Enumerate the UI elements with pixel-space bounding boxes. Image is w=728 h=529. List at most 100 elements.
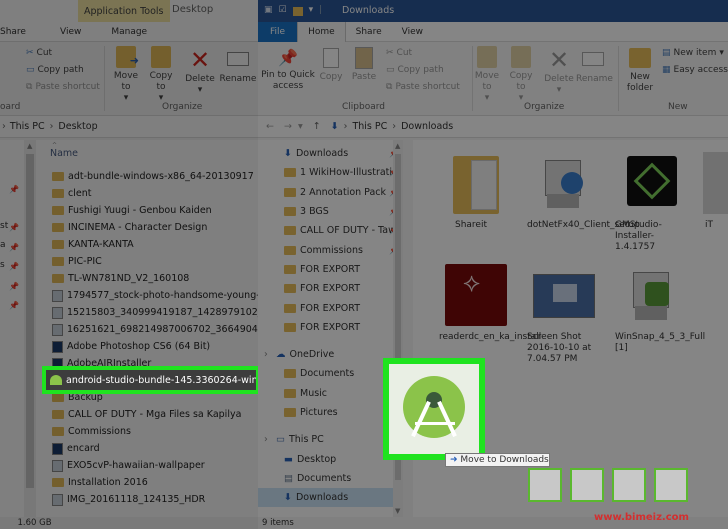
history-dropdown-icon[interactable]: ▾ xyxy=(298,121,303,132)
nav-item[interactable]: 2 Annotation Pack📌 xyxy=(258,183,403,202)
column-header-name[interactable]: Name xyxy=(50,148,78,159)
list-item[interactable]: clent xyxy=(0,185,258,202)
nav-item[interactable]: ▬ Desktop xyxy=(258,449,403,468)
nav-item[interactable]: › ▭ This PC xyxy=(258,430,403,449)
breadcrumb-this-pc[interactable]: This PC xyxy=(352,121,387,132)
selected-file-highlight[interactable]: android-studio-bundle-145.3360264-windo.… xyxy=(42,366,260,394)
nav-item[interactable]: 3 BGS📌 xyxy=(258,202,403,221)
list-item[interactable]: Adobe Photoshop CS6 (64 Bit) xyxy=(0,338,258,355)
scroll-up-icon[interactable]: ▲ xyxy=(27,142,32,150)
list-item[interactable]: TL-WN781ND_V2_160108 xyxy=(0,270,258,287)
easy-access-button[interactable]: ▦Easy access▾ xyxy=(662,65,728,75)
nav-item[interactable]: FOR EXPORT xyxy=(258,318,403,337)
list-item[interactable]: adt-bundle-windows-x86_64-20130917 xyxy=(0,168,258,185)
breadcrumb-this-pc[interactable]: This PC xyxy=(10,121,45,132)
installer-icon xyxy=(621,264,683,326)
list-item[interactable]: 15215803_340999419187_1428979102_o xyxy=(0,304,258,321)
delete-button[interactable]: ✕ Delete ▾ xyxy=(182,46,218,96)
list-item[interactable]: PIC-PIC xyxy=(0,253,258,270)
nav-item[interactable]: 1 WikiHow-Illustratio📌 xyxy=(258,163,403,182)
expand-chevron-icon[interactable]: › xyxy=(264,349,268,360)
breadcrumb-downloads[interactable]: Downloads xyxy=(401,121,453,132)
nav-scrollbar[interactable]: ▲ ▼ xyxy=(393,140,403,517)
rename-button[interactable]: Rename xyxy=(218,46,258,85)
cut-button[interactable]: ✂ Cut xyxy=(26,48,52,58)
dropdown-arrow-icon[interactable]: ▾ xyxy=(309,5,314,16)
tile-partial[interactable]: iT xyxy=(703,152,728,231)
paste-button[interactable]: Paste xyxy=(348,46,380,83)
rename-button[interactable]: Rename xyxy=(576,46,613,85)
tile-dotnetfx[interactable]: dotNetFx40_Client_setup xyxy=(525,152,640,231)
list-item[interactable]: IMG_20161118_124135_HDR xyxy=(0,491,258,508)
scroll-up-icon[interactable]: ▲ xyxy=(395,142,400,150)
left-status-bar: 1.60 GB xyxy=(0,517,258,529)
breadcrumb-desktop[interactable]: Desktop xyxy=(58,121,97,132)
back-arrow-icon[interactable]: ← xyxy=(266,121,274,132)
selected-file-row[interactable]: android-studio-bundle-145.3360264-windo.… xyxy=(46,370,256,390)
checkmark-icon[interactable]: ☑ xyxy=(279,5,287,16)
new-item-button[interactable]: ▤ New item ▾ xyxy=(662,48,724,58)
tile-winsnap[interactable]: WinSnap_4_5_3_Full [1] xyxy=(613,264,705,354)
list-item[interactable]: Commissions xyxy=(0,423,258,440)
forward-arrow-icon[interactable]: → xyxy=(284,121,292,132)
nav-item[interactable]: Music xyxy=(258,384,403,403)
copy-path-button[interactable]: ▭ Copy path xyxy=(386,65,444,75)
list-item[interactable]: CALL OF DUTY - Mga Files sa Kapilya xyxy=(0,406,258,423)
move-to-button[interactable]: ➜ Move to ▾ xyxy=(108,46,144,104)
tab-share[interactable]: Share xyxy=(0,22,36,42)
list-item[interactable]: encard xyxy=(0,440,258,457)
up-arrow-icon[interactable]: ↑ xyxy=(313,121,321,132)
save-icon[interactable]: ▣ xyxy=(264,5,273,16)
tile-gmstudio[interactable]: GMStudio-Installer-1.4.1757 xyxy=(613,152,691,253)
nav-item[interactable]: FOR EXPORT xyxy=(258,260,403,279)
pin-to-quick-access-button[interactable]: 📌 Pin to Quick access xyxy=(260,46,316,92)
nav-item[interactable]: ⬇Downloads📌 xyxy=(258,144,403,163)
delete-button[interactable]: ✕ Delete ▾ xyxy=(542,46,576,96)
nav-item[interactable]: Documents xyxy=(258,364,403,383)
list-item[interactable]: Installation 2016 xyxy=(0,474,258,491)
drag-ghost-highlight[interactable] xyxy=(383,358,485,460)
copy-to-button[interactable]: Copy to ▾ xyxy=(144,46,178,104)
nav-item[interactable]: FOR EXPORT xyxy=(258,298,403,317)
nav-item[interactable]: FOR EXPORT xyxy=(258,279,403,298)
tab-view[interactable]: View xyxy=(392,22,433,42)
paste-shortcut-button[interactable]: ⧉ Paste shortcut xyxy=(386,82,460,92)
tab-view[interactable]: View xyxy=(36,22,91,42)
list-item[interactable]: EXO5cvP-hawaiian-wallpaper xyxy=(0,457,258,474)
scroll-down-icon[interactable]: ▼ xyxy=(395,507,400,515)
nav-item[interactable]: CALL OF DUTY - Tawa📌 xyxy=(258,221,403,240)
tab-file[interactable]: File xyxy=(258,21,298,42)
move-to-button[interactable]: Move to ▾ xyxy=(472,46,502,104)
nav-item[interactable]: ▤ Documents xyxy=(258,469,403,488)
tab-share[interactable]: Share xyxy=(346,22,392,42)
nav-item[interactable]: › ☁ OneDrive xyxy=(258,345,403,364)
expand-chevron-icon[interactable]: › xyxy=(264,434,268,445)
list-item[interactable]: Fushigi Yuugi - Genbou Kaiden xyxy=(0,202,258,219)
left-address-bar[interactable]: › This PC › Desktop xyxy=(0,116,258,138)
list-item[interactable]: 16251621_698214987006702_3664904675216..… xyxy=(0,321,258,338)
new-folder-button[interactable]: New folder xyxy=(622,46,658,94)
tab-manage[interactable]: Manage xyxy=(91,22,157,42)
right-address-bar[interactable]: ← → ▾ ↑ ⬇ › This PC › Downloads xyxy=(258,116,728,138)
context-tab-application-tools[interactable]: Application Tools xyxy=(78,0,170,22)
copy-path-button[interactable]: ▭ Copy path xyxy=(26,65,84,75)
copy-to-button[interactable]: Copy to ▾ xyxy=(506,46,536,104)
nav-item[interactable]: ⬇ Downloads xyxy=(258,488,403,508)
list-item[interactable]: KANTA-KANTA xyxy=(0,236,258,253)
downloads-icon: ⬇ xyxy=(284,492,292,504)
nav-item[interactable]: Pictures xyxy=(258,403,403,422)
folder-icon[interactable] xyxy=(292,7,303,16)
tile-readerdc[interactable]: ⟡ readerdc_en_ka_install xyxy=(437,264,541,343)
list-item[interactable]: 1794577_stock-photo-handsome-young-asi..… xyxy=(0,287,258,304)
tile-screenshot[interactable]: Screen Shot 2016-10-10 at 7.04.57 PM xyxy=(525,264,603,365)
cut-button[interactable]: ✂ Cut xyxy=(386,48,412,58)
tile-shareit[interactable]: Shareit xyxy=(437,152,515,231)
nav-item[interactable]: Commissions📌 xyxy=(258,240,403,259)
dropdown-arrow-icon: ▾ xyxy=(719,48,724,58)
copy-button[interactable]: Copy xyxy=(316,46,346,83)
tab-home[interactable]: Home xyxy=(297,21,346,42)
paste-shortcut-button[interactable]: ⧉ Paste shortcut xyxy=(26,82,100,92)
nav-item-label: Documents xyxy=(296,472,352,484)
list-item[interactable]: INCINEMA - Character Design xyxy=(0,219,258,236)
